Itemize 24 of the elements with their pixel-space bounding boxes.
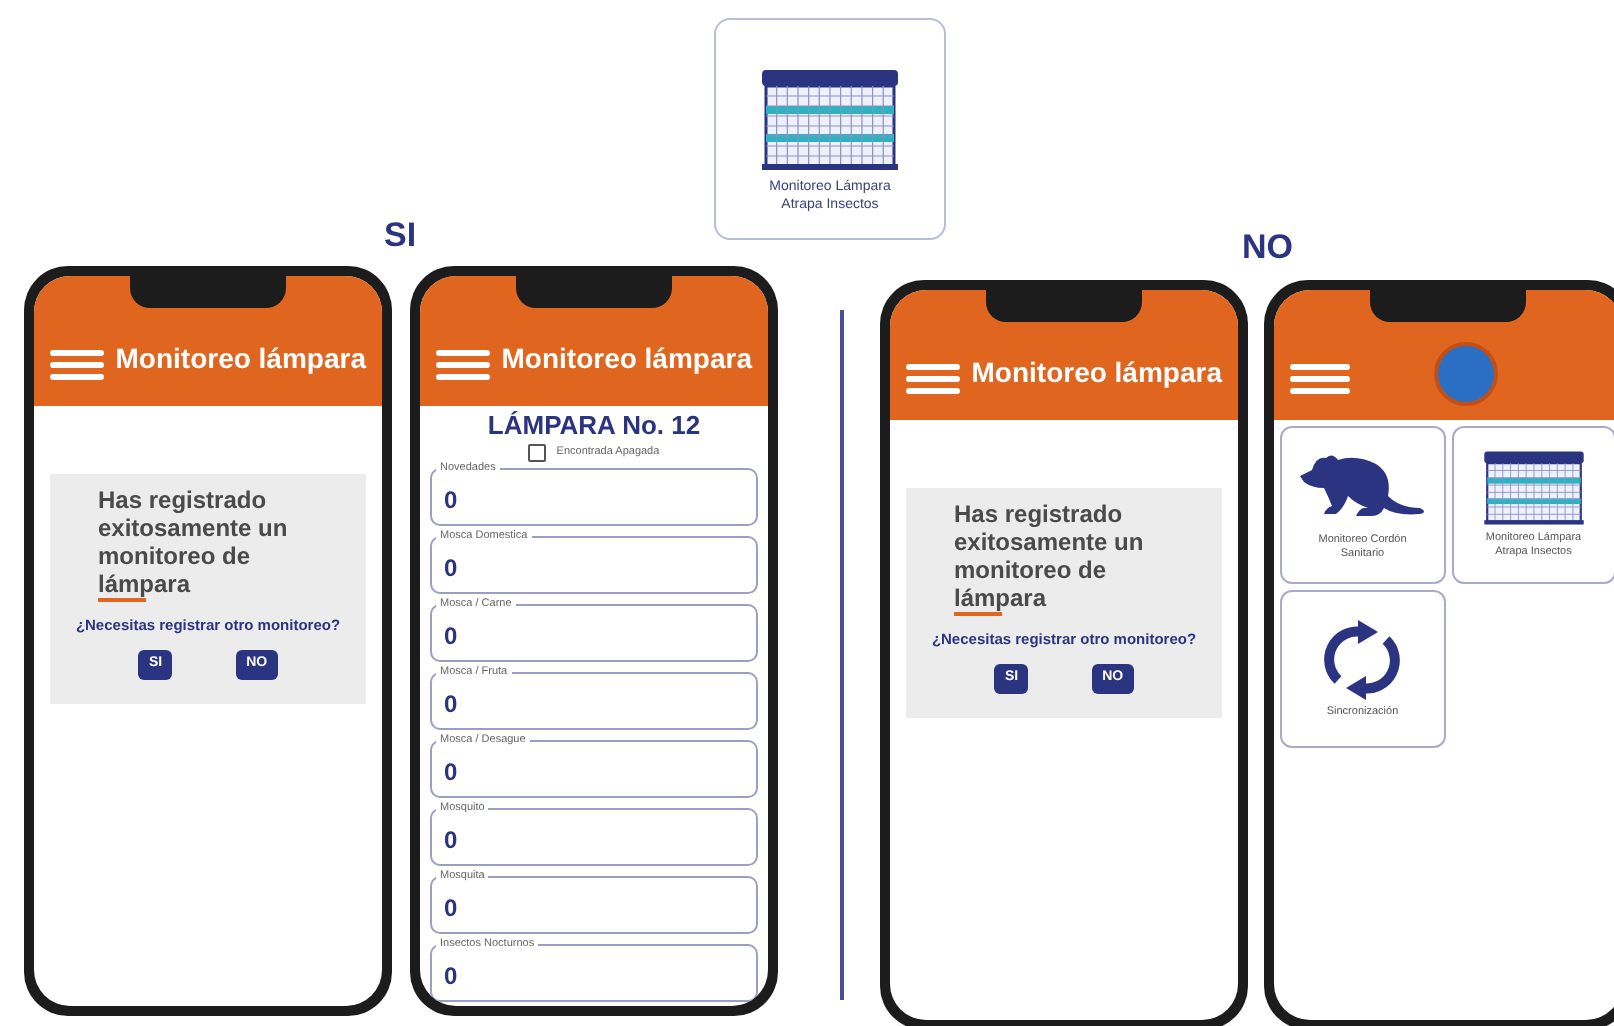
field-value: 0 [444,688,458,722]
branch-label: SI [384,214,417,258]
header-title: Monitoreo lámpara [971,354,1222,392]
header-title: Monitoreo lámpara [501,340,752,378]
menu-icon[interactable] [436,350,490,380]
lamp-trap-icon [1481,450,1586,526]
field-value: 0 [444,484,458,518]
field-value: 0 [444,756,458,790]
field-value: 0 [444,892,458,926]
field-value: 0 [444,552,458,586]
checkbox[interactable] [528,444,547,462]
confirmation-message: Has registrado exitosamente un monitoreo de lámpara [954,500,1146,612]
menu-icon[interactable] [50,350,104,380]
lamp-trap-icon [760,68,900,172]
field-value: 0 [444,824,458,858]
company-logo [1434,342,1498,406]
field-value: 0 [444,620,458,654]
field-value: 0 [444,960,458,994]
menu-icon[interactable] [1290,364,1350,394]
menu-icon[interactable] [906,364,960,394]
header-title: Monitoreo lámpara [115,340,366,378]
lamp-heading: LÁMPARA No. 12 [487,412,701,440]
branch-label: NO [1242,226,1293,270]
confirmation-message: Has registrado exitosamente un monitoreo de lámpara [98,486,290,598]
